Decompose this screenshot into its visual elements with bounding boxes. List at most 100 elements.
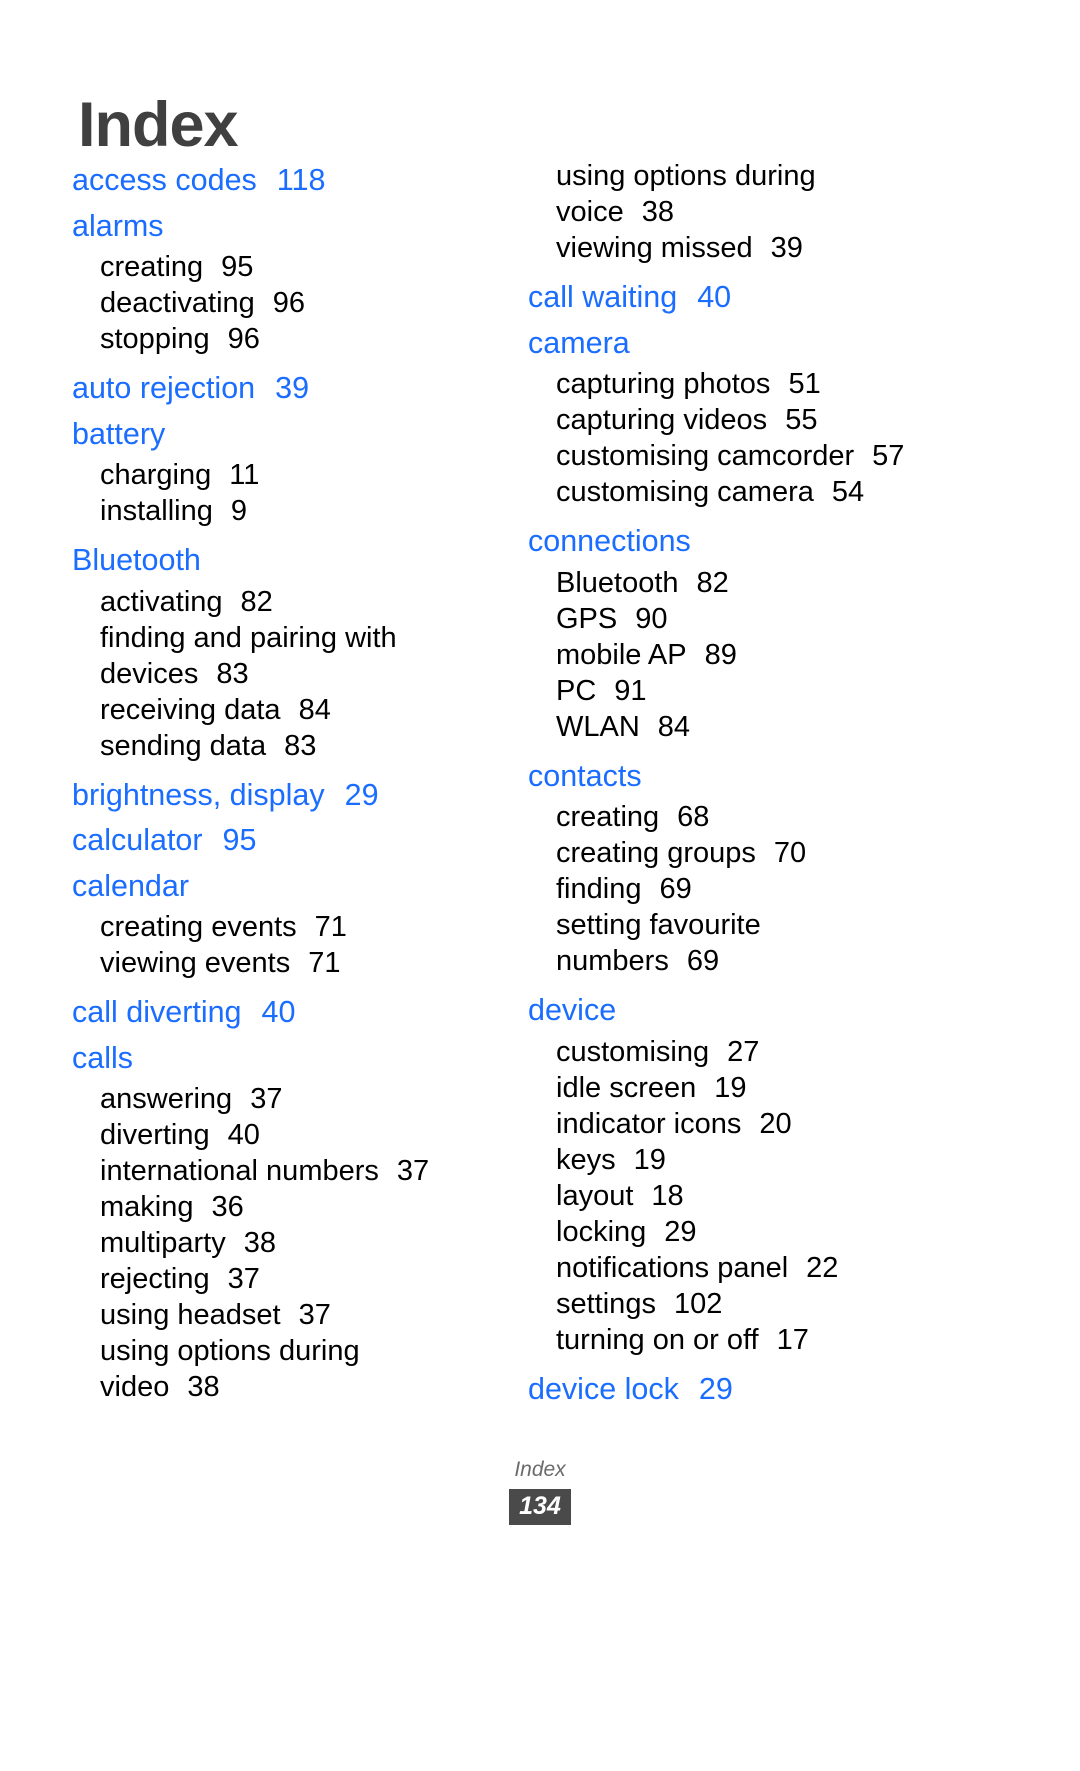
index-entry-heading[interactable]: device lock 29 <box>528 1367 958 1413</box>
index-entry-subitem[interactable]: layout 18 <box>556 1178 958 1214</box>
index-entry-label: GPS <box>556 602 618 635</box>
index-entry-page-number: 84 <box>298 693 331 726</box>
index-entry-subitem[interactable]: turning on or off 17 <box>556 1322 958 1358</box>
index-entry-heading[interactable]: connections <box>528 519 958 565</box>
index-entry-label: deactivating <box>100 287 255 319</box>
index-columns: access codes 118 alarms creating 95 deactivat… <box>0 158 1080 1412</box>
index-entry-page-number: 37 <box>227 1263 260 1295</box>
index-entry-subitem[interactable]: customising camcorder 57 <box>556 438 958 474</box>
index-entry-subitem[interactable]: devices 83 <box>100 656 502 692</box>
index-entry-subitem[interactable]: activating 82 <box>100 584 502 620</box>
index-entry-subitem[interactable]: using headset 37 <box>100 1297 502 1333</box>
index-entry-label: settings <box>556 1287 656 1320</box>
index-entry-label: devices <box>100 657 199 690</box>
index-entry-page-number: 96 <box>272 287 306 319</box>
index-entry-heading[interactable]: device <box>528 988 958 1034</box>
index-entry-label: call diverting <box>72 995 242 1029</box>
index-entry-label: keys <box>556 1143 616 1176</box>
index-entry-subitem[interactable]: finding and pairing with <box>100 620 502 656</box>
index-entry-subitem[interactable]: using options during <box>556 158 958 194</box>
index-entry-label: voice <box>556 196 624 228</box>
index-entry-subitem[interactable]: mobile AP 89 <box>556 637 958 673</box>
index-entry-heading[interactable]: contacts <box>528 754 958 800</box>
index-entry-subitem[interactable]: making 36 <box>100 1189 502 1225</box>
index-entry-label: turning on or off <box>556 1323 759 1356</box>
index-entry-subitem[interactable]: answering 37 <box>100 1081 502 1117</box>
index-entry-label: multiparty <box>100 1227 226 1259</box>
index-entry-heading[interactable]: call diverting 40 <box>72 990 502 1036</box>
index-entry-heading[interactable]: calls <box>72 1036 502 1082</box>
index-entry-subitem[interactable]: settings 102 <box>556 1286 958 1322</box>
index-entry-subitem[interactable]: GPS 90 <box>556 601 958 637</box>
index-entry-label: calculator <box>72 823 203 857</box>
index-entry-subitem[interactable]: customising camera 54 <box>556 474 958 510</box>
index-entry-subitem[interactable]: viewing events 71 <box>100 945 502 981</box>
index-entry-subitem[interactable]: keys 19 <box>556 1142 958 1178</box>
index-entry-subitem[interactable]: finding 69 <box>556 871 958 907</box>
index-entry-page-number: 20 <box>759 1107 792 1140</box>
index-entry-label: device <box>528 993 617 1027</box>
footer-label: Index <box>514 1458 566 1481</box>
index-entry-label: sending data <box>100 729 267 762</box>
index-entry-subitem[interactable]: notifications panel 22 <box>556 1250 958 1286</box>
index-entry-heading[interactable]: camera <box>528 321 958 367</box>
index-entry-subitem[interactable]: sending data 83 <box>100 728 502 764</box>
index-entry-page-number: 37 <box>250 1083 283 1115</box>
index-entry-label: creating events <box>100 911 297 943</box>
index-entry-subitem[interactable]: multiparty 38 <box>100 1225 502 1261</box>
index-entry-subitem[interactable]: diverting 40 <box>100 1117 502 1153</box>
index-entry-subitem[interactable]: locking 29 <box>556 1214 958 1250</box>
index-entry-heading[interactable]: calendar <box>72 864 502 910</box>
index-entry-subitem[interactable]: rejecting 37 <box>100 1261 502 1297</box>
index-entry-page-number: 95 <box>222 823 257 857</box>
index-entry-page-number: 36 <box>211 1191 244 1223</box>
index-entry-page-number: 57 <box>872 440 905 472</box>
index-entry-subitem[interactable]: creating events 71 <box>100 909 502 945</box>
index-entry-label: activating <box>100 585 223 618</box>
index-entry-heading[interactable]: battery <box>72 412 502 458</box>
index-entry-subitem[interactable]: numbers 69 <box>556 943 958 979</box>
index-entry-subitem[interactable]: using options during <box>100 1333 502 1369</box>
index-entry-subitem[interactable]: deactivating 96 <box>100 285 502 321</box>
index-entry-heading[interactable]: alarms <box>72 204 502 250</box>
index-entry-heading[interactable]: brightness, display 29 <box>72 773 502 819</box>
index-entry-subitem[interactable]: capturing videos 55 <box>556 402 958 438</box>
index-entry-subitem[interactable]: creating 95 <box>100 249 502 285</box>
index-entry-page-number: 37 <box>396 1155 430 1187</box>
index-entry-subitem[interactable]: installing 9 <box>100 493 502 529</box>
index-entry-label: calendar <box>72 868 189 903</box>
index-entry-subitem[interactable]: idle screen 19 <box>556 1070 958 1106</box>
index-entry-subitem[interactable]: receiving data 84 <box>100 692 502 728</box>
index-entry-subitem[interactable]: international numbers 37 <box>100 1153 502 1189</box>
index-entry-heading[interactable]: Bluetooth <box>72 538 502 584</box>
index-entry-heading[interactable]: access codes 118 <box>72 158 502 204</box>
index-entry-subitem[interactable]: charging 11 <box>100 457 502 493</box>
index-entry-subitem[interactable]: viewing missed 39 <box>556 230 958 266</box>
index-entry-heading[interactable]: calculator 95 <box>72 818 502 864</box>
index-entry-subitem[interactable]: customising 27 <box>556 1034 958 1070</box>
index-entry-heading[interactable]: call waiting 40 <box>528 275 958 321</box>
index-entry-subitem[interactable]: setting favourite <box>556 907 958 943</box>
index-entry-subitem[interactable]: PC 91 <box>556 673 958 709</box>
index-entry-subitem[interactable]: Bluetooth 82 <box>556 565 958 601</box>
index-entry-subitem[interactable]: creating 68 <box>556 799 958 835</box>
index-entry-subitem[interactable]: voice 38 <box>556 194 958 230</box>
index-entry-subitem[interactable]: stopping 96 <box>100 321 502 357</box>
index-entry-page-number: 38 <box>641 196 674 228</box>
index-entry-page-number: 96 <box>227 323 260 355</box>
index-entry-heading[interactable]: auto rejection 39 <box>72 366 502 412</box>
index-entry-subitem[interactable]: indicator icons 20 <box>556 1106 958 1142</box>
index-entry-subitem[interactable]: WLAN 84 <box>556 709 958 745</box>
index-entry-subitem[interactable]: video 38 <box>100 1369 502 1405</box>
index-entry-page-number: 69 <box>686 945 720 977</box>
index-entry-label: idle screen <box>556 1071 697 1104</box>
right-column: using options during voice 38 viewing misse… <box>528 158 958 1412</box>
index-entry-subitem[interactable]: creating groups 70 <box>556 835 958 871</box>
index-entry-label: WLAN <box>556 710 640 743</box>
page-number-badge: 134 <box>509 1489 571 1525</box>
index-entry-label: capturing videos <box>556 404 768 436</box>
index-entry-label: creating <box>556 801 660 833</box>
index-entry-page-number: 29 <box>664 1215 697 1248</box>
index-entry-label: using options during <box>556 160 816 192</box>
index-entry-subitem[interactable]: capturing photos 51 <box>556 366 958 402</box>
